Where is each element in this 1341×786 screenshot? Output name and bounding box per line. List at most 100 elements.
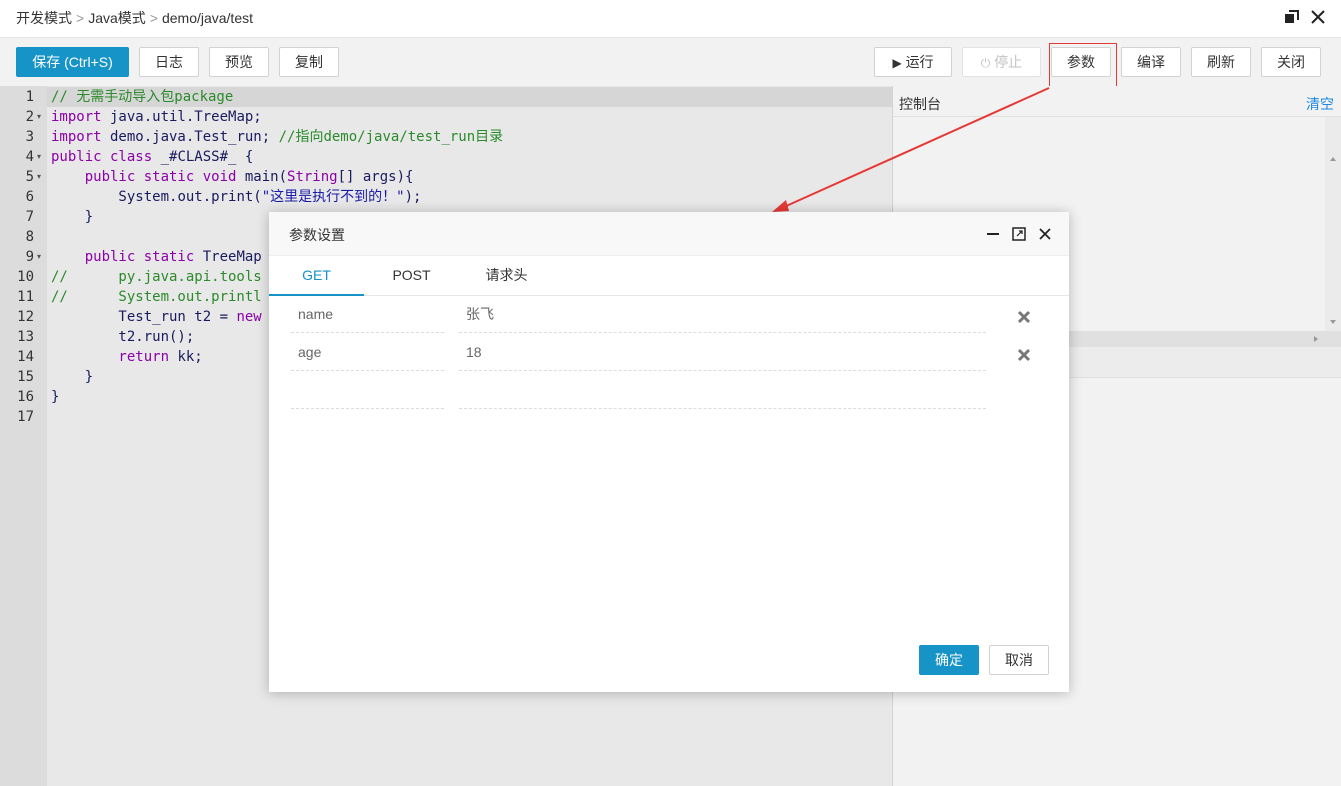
- refresh-button[interactable]: 刷新: [1191, 47, 1251, 77]
- line-number: 13: [17, 329, 34, 345]
- code-token: }: [51, 369, 94, 385]
- code-line[interactable]: }: [51, 367, 93, 387]
- code-line[interactable]: t2.run();: [51, 327, 194, 347]
- code-token: // System.out.printl: [51, 289, 262, 305]
- dialog-header: 参数设置: [269, 212, 1069, 256]
- compile-button[interactable]: 编译: [1121, 47, 1181, 77]
- param-key-input[interactable]: name: [291, 296, 444, 333]
- preview-button[interactable]: 预览: [209, 47, 269, 77]
- line-number: 2: [25, 109, 34, 125]
- code-token: _#CLASS#_ {: [152, 149, 254, 165]
- code-token: }: [51, 209, 94, 225]
- save-button[interactable]: 保存 (Ctrl+S): [16, 47, 129, 77]
- fold-toggle-icon[interactable]: ▾: [37, 167, 41, 187]
- console-title: 控制台: [899, 96, 941, 112]
- line-number: 1: [25, 89, 34, 105]
- delete-x-icon[interactable]: [1017, 310, 1031, 324]
- breadcrumb-sep: >: [76, 10, 85, 26]
- code-token: out.print(: [177, 189, 262, 205]
- maximize-icon[interactable]: [1011, 226, 1027, 242]
- code-line[interactable]: // 无需手动导入包package: [51, 87, 233, 107]
- code-token: kk;: [169, 349, 203, 365]
- code-token: // 无需手动导入包package: [51, 89, 234, 105]
- line-number: 4: [25, 149, 34, 165]
- code-line[interactable]: return kk;: [51, 347, 203, 367]
- params-dialog: 参数设置 GET POST 请求头 name 张飞 age 18 确定 取消: [269, 212, 1069, 692]
- stop-button[interactable]: ⏻ 停止: [962, 47, 1041, 77]
- code-token: "这里是执行不到的！": [261, 189, 405, 205]
- code-line[interactable]: }: [51, 387, 59, 407]
- code-token: // py.java.api.tools: [51, 269, 262, 285]
- breadcrumb-dev-mode[interactable]: 开发模式: [16, 10, 72, 26]
- code-line[interactable]: }: [51, 207, 93, 227]
- console-clear-link[interactable]: 清空: [1306, 94, 1334, 114]
- code-line[interactable]: import java.util.TreeMap;: [51, 107, 262, 127]
- tab-headers[interactable]: 请求头: [459, 255, 554, 295]
- param-key-input-empty[interactable]: [291, 372, 444, 409]
- code-line[interactable]: public class _#CLASS#_ {: [51, 147, 253, 167]
- code-line[interactable]: // System.out.printl: [51, 287, 262, 307]
- confirm-button[interactable]: 确定: [919, 645, 979, 675]
- breadcrumb-path: demo/java/test: [161, 10, 254, 26]
- run-button[interactable]: ▶ 运行: [874, 47, 952, 77]
- console-header: 控制台 清空: [893, 86, 1341, 117]
- code-token: public static void: [51, 169, 237, 185]
- code-line[interactable]: public static TreeMap: [51, 247, 262, 267]
- delete-x-icon[interactable]: [1017, 348, 1031, 362]
- copy-button[interactable]: 复制: [279, 47, 339, 77]
- code-token: [] args){: [337, 169, 414, 185]
- param-value-input-empty[interactable]: [459, 372, 986, 409]
- code-token: return: [51, 349, 170, 365]
- run-label: 运行: [905, 54, 934, 70]
- console-vertical-scrollbar[interactable]: [1325, 117, 1341, 331]
- close-button[interactable]: 关闭: [1261, 47, 1321, 77]
- toolbar: 保存 (Ctrl+S) 日志 预览 复制 ▶ 运行 ⏻ 停止 参数 编译 刷新 …: [0, 38, 1341, 86]
- code-line[interactable]: // py.java.api.tools: [51, 267, 262, 287]
- breadcrumb-sep: >: [149, 10, 158, 26]
- cancel-button[interactable]: 取消: [989, 645, 1049, 675]
- code-token: }: [51, 389, 60, 405]
- dialog-tabs: GET POST 请求头: [269, 255, 1069, 296]
- close-window-icon[interactable]: [1309, 8, 1327, 26]
- fold-toggle-icon[interactable]: ▾: [37, 107, 41, 127]
- code-token: demo.java.Test_run;: [101, 129, 279, 145]
- code-token: public class: [51, 149, 153, 165]
- fold-toggle-icon[interactable]: ▾: [37, 147, 41, 167]
- code-line[interactable]: System.out.print("这里是执行不到的！");: [51, 187, 421, 207]
- restore-window-icon[interactable]: [1283, 8, 1301, 26]
- stop-label: 停止: [994, 54, 1023, 70]
- line-number: 7: [25, 209, 34, 225]
- dialog-title: 参数设置: [289, 227, 345, 243]
- code-token: t2.run();: [51, 329, 195, 345]
- code-token: String: [287, 169, 338, 185]
- code-token: main(: [236, 169, 288, 185]
- line-number: 5: [25, 169, 34, 185]
- play-icon: ▶: [892, 56, 902, 70]
- code-token: TreeMap: [194, 249, 262, 265]
- line-number: 9: [25, 249, 34, 265]
- code-token: );: [404, 189, 422, 205]
- minimize-icon[interactable]: [985, 226, 1001, 242]
- top-bar: 开发模式 > Java模式 > demo/java/test: [0, 0, 1341, 38]
- fold-toggle-icon[interactable]: ▾: [37, 247, 41, 267]
- param-value-input[interactable]: 18: [459, 334, 986, 371]
- power-icon: ⏻: [980, 56, 991, 70]
- code-line[interactable]: import demo.java.Test_run; //指向demo/java…: [51, 127, 503, 147]
- tab-get[interactable]: GET: [269, 255, 364, 296]
- breadcrumb-java-mode[interactable]: Java模式: [88, 10, 146, 26]
- code-token: //指向demo/java/test_run目录: [278, 129, 504, 145]
- line-number: 14: [17, 349, 34, 365]
- line-number: 11: [17, 289, 34, 305]
- close-icon[interactable]: [1037, 226, 1053, 242]
- line-number: 15: [17, 369, 34, 385]
- param-value-input[interactable]: 张飞: [459, 296, 986, 333]
- code-line[interactable]: public static void main(String[] args){: [51, 167, 414, 187]
- tab-post[interactable]: POST: [364, 255, 459, 295]
- log-button[interactable]: 日志: [139, 47, 199, 77]
- code-line[interactable]: Test_run t2 = new: [51, 307, 261, 327]
- param-key-input[interactable]: age: [291, 334, 444, 371]
- code-token: public static: [51, 249, 195, 265]
- line-number: 16: [17, 389, 34, 405]
- line-number: 12: [17, 309, 34, 325]
- line-number: 6: [25, 189, 34, 205]
